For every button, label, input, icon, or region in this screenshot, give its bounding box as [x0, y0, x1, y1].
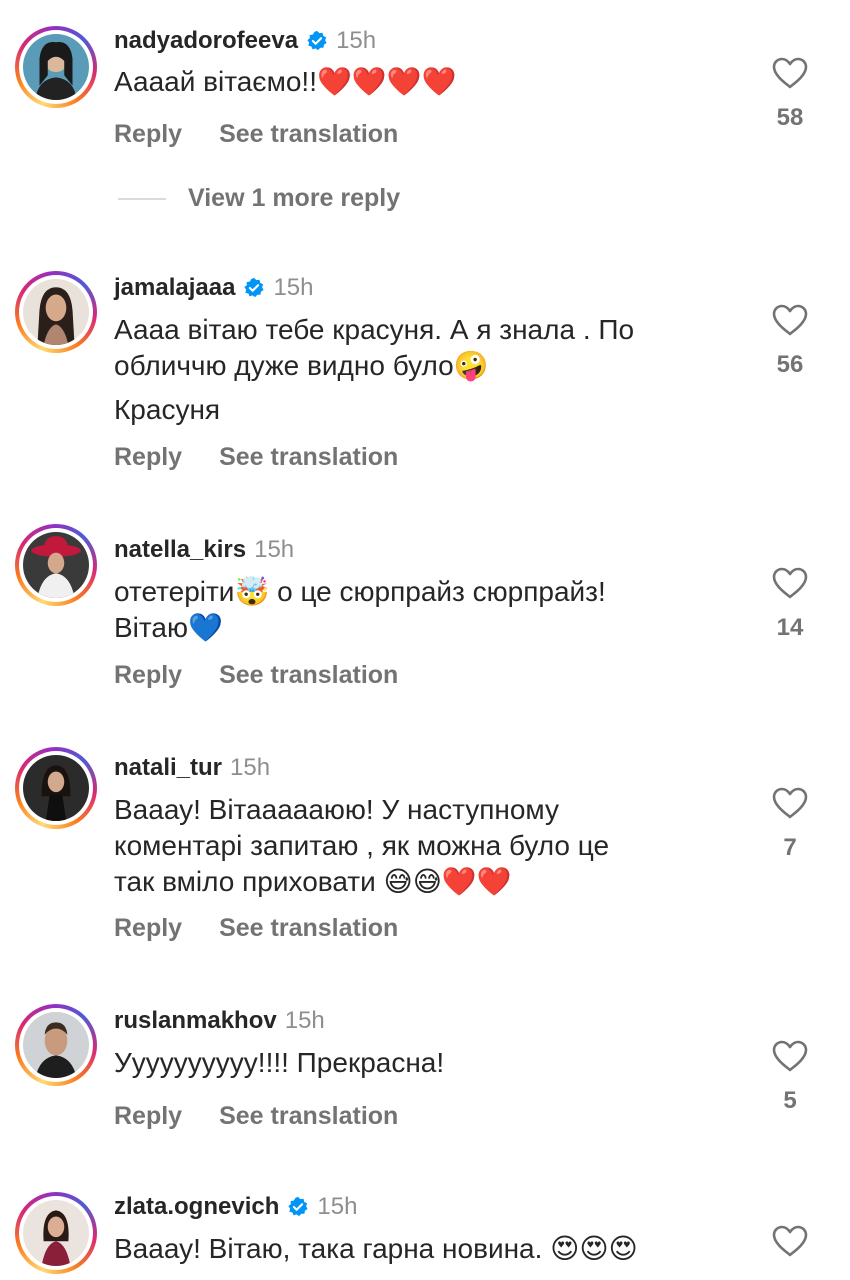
- like-count: 7: [783, 834, 797, 861]
- timestamp: 15h: [284, 1007, 325, 1034]
- avatar[interactable]: [15, 1004, 97, 1086]
- avatar[interactable]: [15, 1192, 97, 1274]
- comment-text: отетеріти🤯 о це сюрпрайз сюрпрайз! Вітаю…: [114, 574, 714, 646]
- timestamp: 15h: [254, 536, 295, 563]
- reply-button[interactable]: Reply: [114, 1102, 182, 1131]
- comment-line: так вміло приховати 😅😅❤️❤️: [114, 866, 512, 897]
- comment-text: Вааау! Вітаю, така гарна новина. 😍😍😍: [114, 1231, 714, 1267]
- heart-icon[interactable]: [771, 566, 809, 600]
- comment-line: Вааау! Вітаааааюю! У наступному: [114, 794, 559, 825]
- verified-badge-icon: [244, 277, 265, 298]
- verified-badge-icon: [288, 1196, 308, 1217]
- comment-line: Вааау! Вітаю, така гарна новина. 😍😍😍: [114, 1233, 638, 1264]
- comment-line: отетеріти🤯 о це сюрпрайз сюрпрайз!: [114, 576, 606, 607]
- like-count: 58: [776, 104, 804, 131]
- username[interactable]: natella_kirs: [114, 536, 246, 564]
- timestamp: 15h: [317, 1193, 358, 1220]
- comment-line: Аааай вітаємо!!❤️❤️❤️❤️: [114, 66, 457, 97]
- comment-text: Вааау! Вітаааааюю! У наступному коментар…: [114, 792, 714, 900]
- comment-line: Аааа вітаю тебе красуня. А я знала . По: [114, 314, 635, 345]
- username[interactable]: jamalajaaa: [114, 274, 235, 302]
- timestamp: 15h: [273, 274, 314, 301]
- comment-line: коментарі запитаю , як можна було це: [114, 830, 610, 861]
- comment-line: Уууууууууу!!!! Прекрасна!: [114, 1047, 445, 1078]
- heart-icon[interactable]: [771, 56, 809, 90]
- username[interactable]: natali_tur: [114, 754, 222, 782]
- reply-button[interactable]: Reply: [114, 120, 182, 149]
- view-more-label[interactable]: View 1 more reply: [188, 184, 400, 213]
- see-translation-button[interactable]: See translation: [219, 120, 398, 149]
- like-count: 56: [776, 351, 804, 378]
- see-translation-button[interactable]: See translation: [219, 661, 398, 690]
- comment-text: Уууууууууу!!!! Прекрасна!: [114, 1045, 714, 1081]
- verified-badge-icon: [307, 30, 327, 51]
- username[interactable]: ruslanmakhov: [114, 1007, 277, 1035]
- timestamp: 15h: [336, 27, 377, 54]
- divider-line: [118, 197, 166, 200]
- comment-line: Вітаю💙: [114, 612, 223, 643]
- reply-button[interactable]: Reply: [114, 661, 182, 690]
- comment-line: Красуня: [114, 394, 221, 425]
- heart-icon[interactable]: [771, 303, 809, 337]
- comment-line: обличчю дуже видно було🤪: [114, 350, 489, 381]
- username[interactable]: zlata.ognevich: [114, 1193, 279, 1221]
- comment-text: Аааа вітаю тебе красуня. А я знала . По …: [114, 312, 714, 428]
- avatar[interactable]: [15, 747, 97, 829]
- reply-button[interactable]: Reply: [114, 914, 182, 943]
- timestamp: 15h: [230, 754, 271, 781]
- see-translation-button[interactable]: See translation: [219, 914, 398, 943]
- see-translation-button[interactable]: See translation: [219, 1102, 398, 1131]
- reply-button[interactable]: Reply: [114, 443, 182, 472]
- username[interactable]: nadyadorofeeva: [114, 27, 298, 55]
- see-translation-button[interactable]: See translation: [219, 443, 398, 472]
- view-more-replies[interactable]: View 1 more reply: [118, 184, 400, 213]
- avatar[interactable]: [15, 26, 97, 108]
- like-count: 14: [776, 614, 804, 641]
- heart-icon[interactable]: [771, 786, 809, 820]
- heart-icon[interactable]: [771, 1224, 809, 1258]
- like-count: 5: [783, 1087, 797, 1114]
- heart-icon[interactable]: [771, 1039, 809, 1073]
- comment-text: Аааай вітаємо!!❤️❤️❤️❤️: [114, 64, 714, 100]
- avatar[interactable]: [15, 271, 97, 353]
- avatar[interactable]: [15, 524, 97, 606]
